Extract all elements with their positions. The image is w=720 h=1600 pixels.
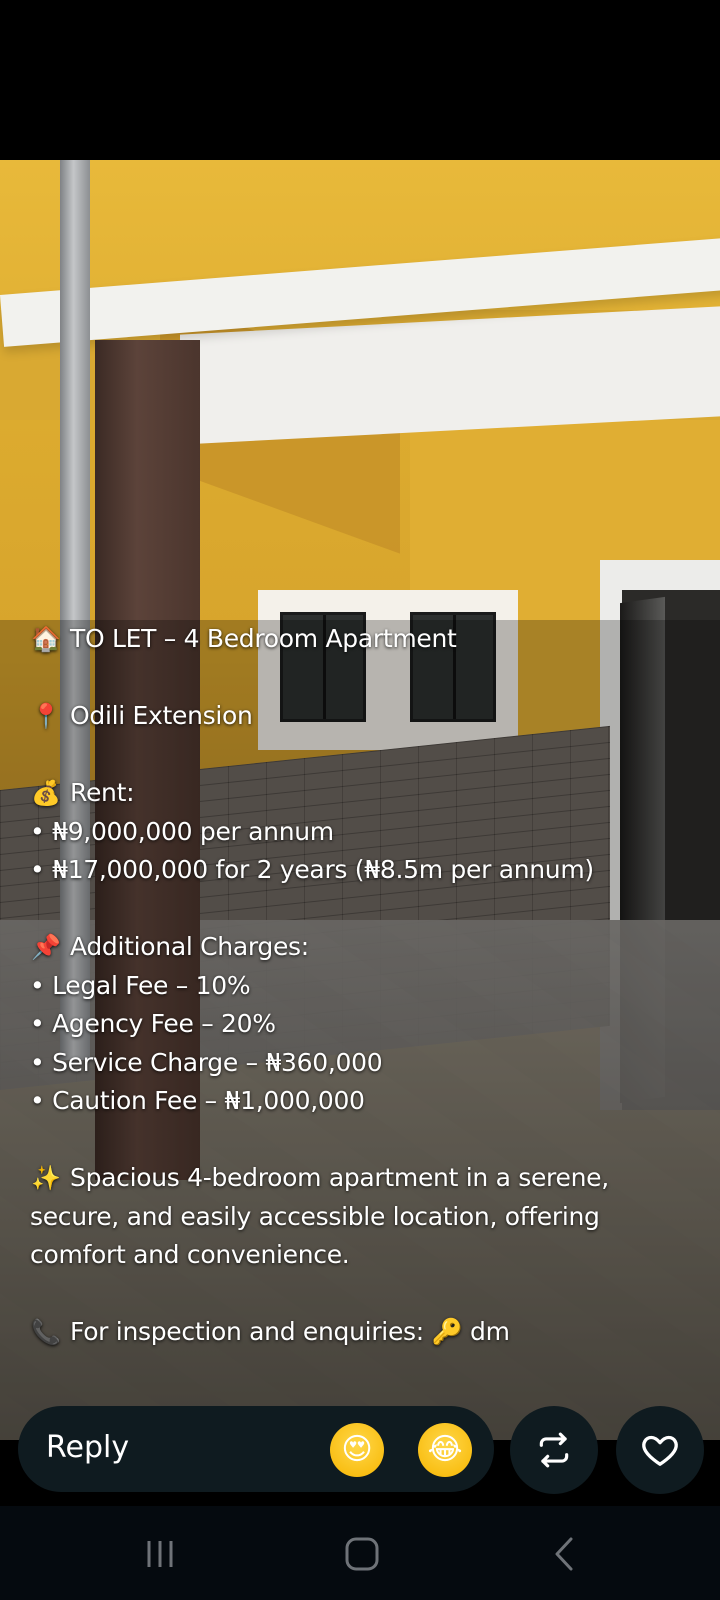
caption-text: • Legal Fee – 10% xyxy=(30,970,251,1000)
home-icon xyxy=(345,1537,379,1571)
caption-line: • ₦17,000,000 for 2 years (₦8.5m per ann… xyxy=(30,851,700,890)
caption-line: 📞 For inspection and enquiries: 🔑 dm xyxy=(30,1313,700,1352)
reply-placeholder: Reply xyxy=(46,1430,130,1465)
money-bag-icon: 💰 xyxy=(31,779,61,807)
caption-text: • Service Charge – ₦360,000 xyxy=(30,1047,383,1077)
post-caption: 🏠 TO LET – 4 Bedroom Apartment 📍 Odili Exte… xyxy=(30,620,700,1352)
back-button[interactable] xyxy=(535,1530,595,1578)
reply-input[interactable]: Reply 😍 😂 xyxy=(18,1406,494,1492)
caption-text: For inspection and enquiries: 🔑 dm xyxy=(70,1317,510,1346)
caption-text: Additional Charges: xyxy=(70,932,309,961)
system-navigation-bar xyxy=(0,1506,720,1600)
caption-line: • Agency Fee – 20% xyxy=(30,1005,700,1044)
caption-line: ✨ Spacious 4-bedroom apartment in a seren… xyxy=(30,1159,700,1275)
caption-text: Spacious 4-bedroom apartment in a serene… xyxy=(30,1163,609,1269)
pin-icon: 📍 xyxy=(31,702,61,730)
repost-icon xyxy=(539,1432,569,1468)
heart-eyes-reaction-button[interactable]: 😍 xyxy=(330,1423,384,1477)
recents-button[interactable] xyxy=(130,1530,190,1578)
repost-button[interactable] xyxy=(510,1406,598,1494)
like-button[interactable] xyxy=(616,1406,704,1494)
caption-line: • Caution Fee – ₦1,000,000 xyxy=(30,1082,700,1121)
status-area xyxy=(0,0,720,160)
caption-text: TO LET – 4 Bedroom Apartment xyxy=(70,624,457,653)
caption-line: • Service Charge – ₦360,000 xyxy=(30,1044,700,1083)
heart-icon xyxy=(642,1435,678,1466)
recents-icon xyxy=(147,1541,173,1567)
house-icon: 🏠 xyxy=(31,625,61,653)
caption-line: • ₦9,000,000 per annum xyxy=(30,813,700,852)
caption-text: • Caution Fee – ₦1,000,000 xyxy=(30,1086,365,1115)
caption-text: • ₦17,000,000 for 2 years (₦8.5m per ann… xyxy=(30,855,594,884)
home-button[interactable] xyxy=(332,1530,392,1578)
sparkles-icon: ✨ xyxy=(31,1164,61,1192)
caption-line: 💰 Rent: xyxy=(30,774,700,813)
caption-line: 🏠 TO LET – 4 Bedroom Apartment xyxy=(30,620,700,659)
caption-line: 📍 Odili Extension xyxy=(30,697,700,736)
tears-of-joy-reaction-button[interactable]: 😂 xyxy=(418,1423,472,1477)
back-icon xyxy=(555,1537,573,1571)
caption-line: • Legal Fee – 10% xyxy=(30,967,700,1006)
caption-line: 📌 Additional Charges: xyxy=(30,928,700,967)
pushpin-icon: 📌 xyxy=(31,933,61,961)
caption-text: Rent: xyxy=(70,778,135,807)
caption-text: • ₦9,000,000 per annum xyxy=(30,816,334,846)
caption-text: Odili Extension xyxy=(70,701,253,730)
caption-text: • Agency Fee – 20% xyxy=(30,1009,276,1038)
phone-icon: 📞 xyxy=(31,1318,61,1346)
